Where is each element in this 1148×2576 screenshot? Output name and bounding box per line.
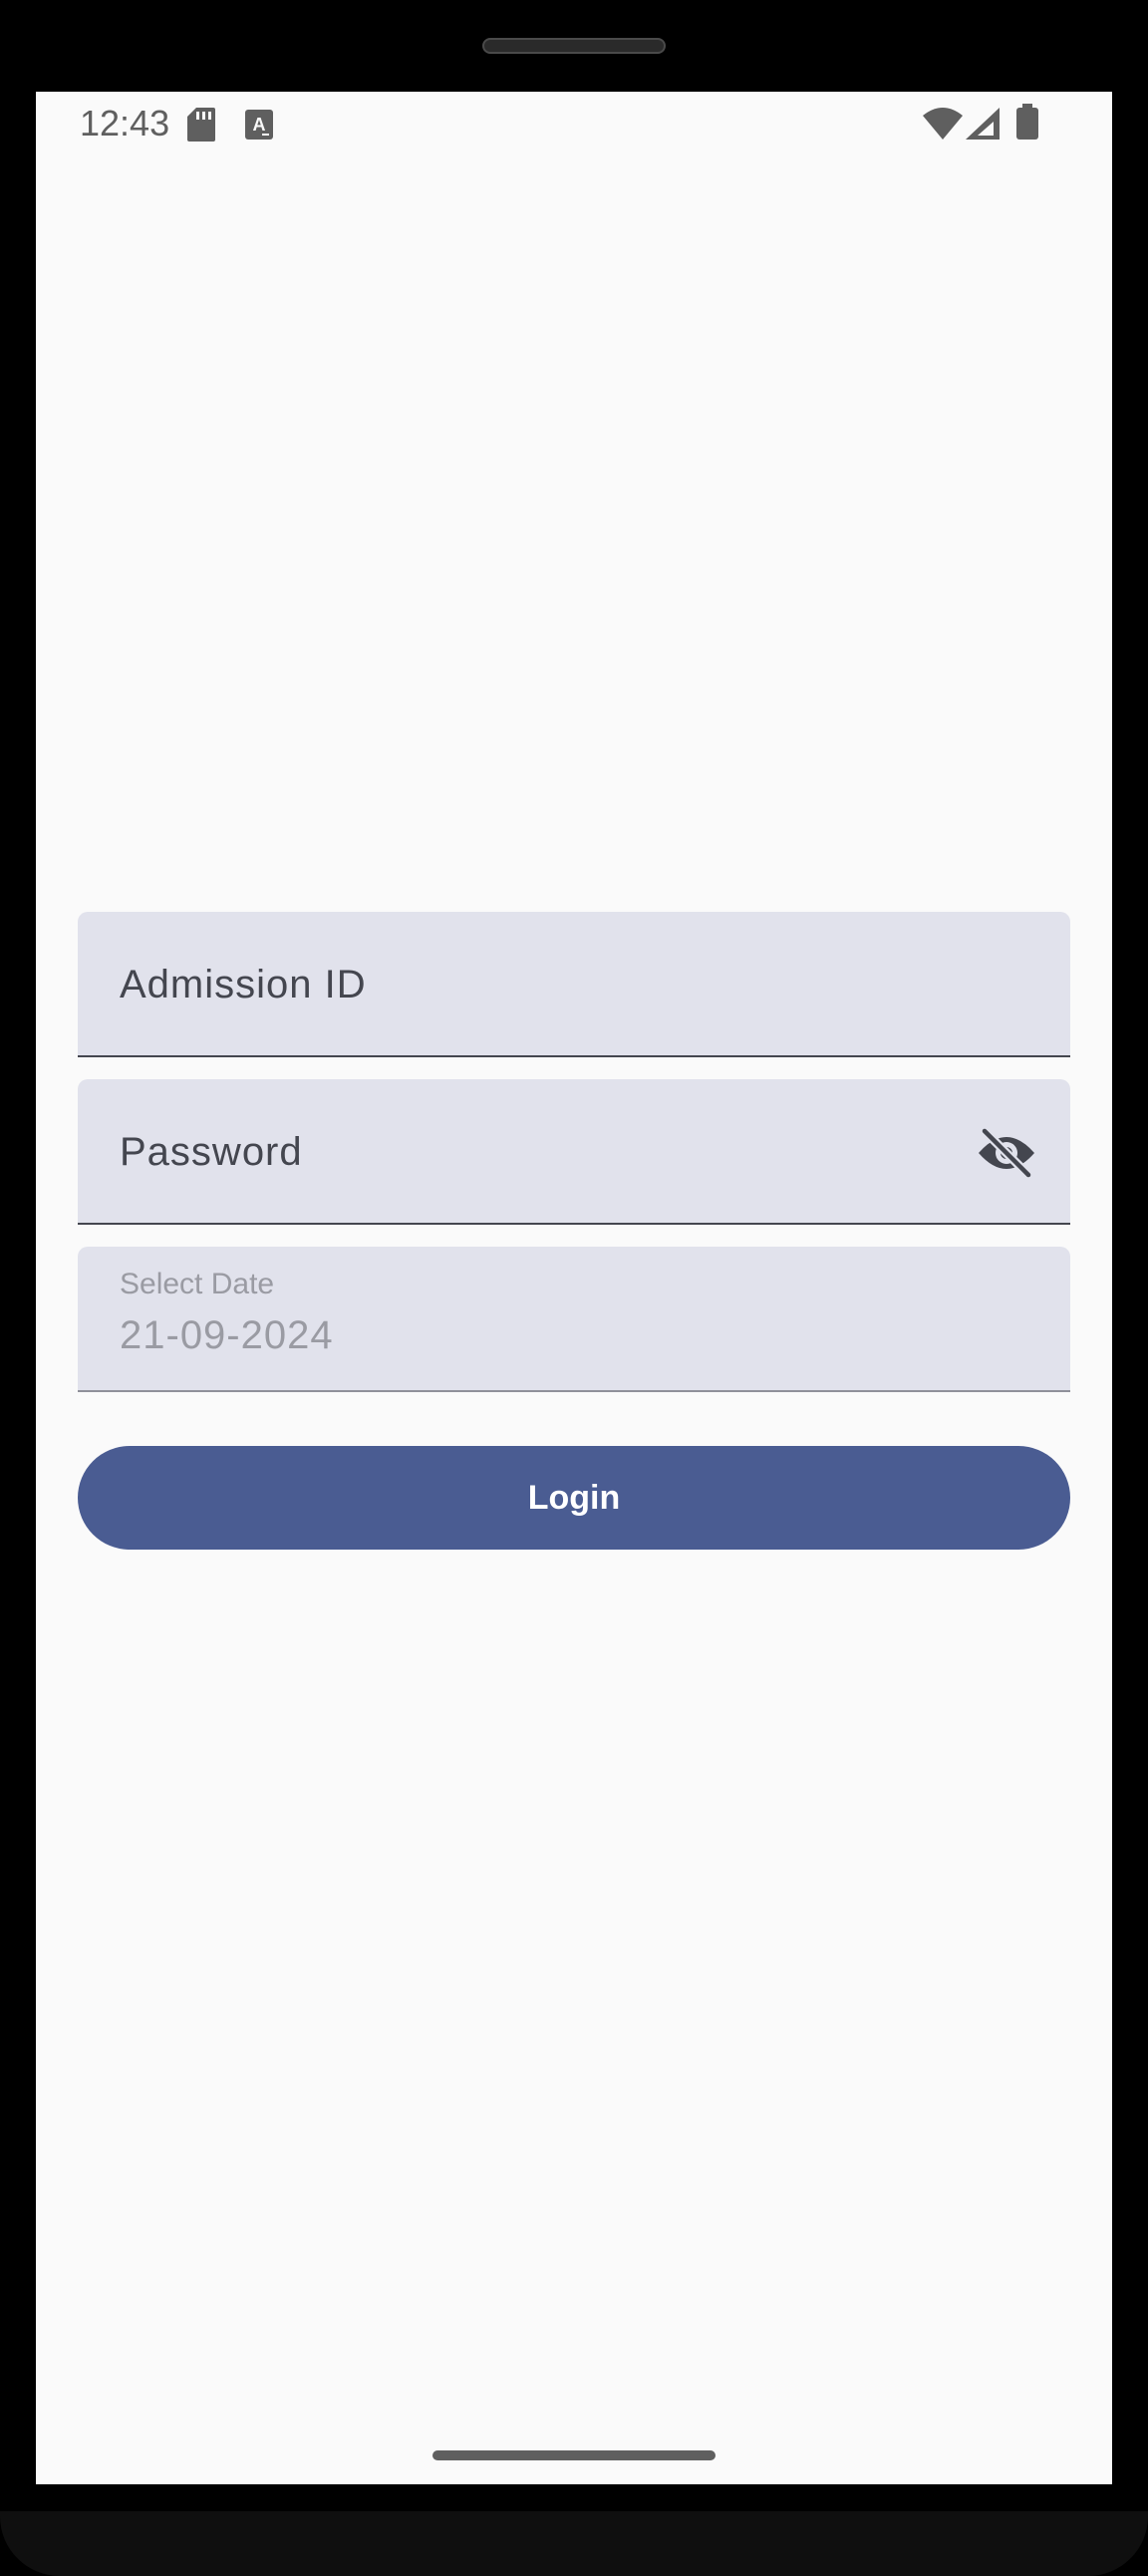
status-bar: 12:43 A xyxy=(36,92,1112,157)
status-time: 12:43 xyxy=(80,103,170,143)
date-field[interactable]: Select Date 21-09-2024 xyxy=(78,1247,1070,1392)
signal-icon xyxy=(966,108,1000,140)
login-button[interactable]: Login xyxy=(78,1446,1070,1550)
select-date-label: Select Date xyxy=(120,1268,275,1300)
sd-card-icon xyxy=(187,108,215,142)
date-value: 21-09-2024 xyxy=(120,1313,334,1357)
earpiece-speaker xyxy=(482,38,666,54)
login-button-label: Login xyxy=(527,1478,621,1517)
wifi-icon xyxy=(923,108,963,140)
battery-icon xyxy=(1016,104,1038,140)
password-label: Password xyxy=(120,1130,303,1174)
text-a-icon: A xyxy=(245,110,273,140)
device-chin xyxy=(0,2511,1148,2576)
admission-id-field[interactable]: Admission ID xyxy=(78,912,1070,1057)
device-frame: 12:43 A Admission ID Password Select Dat… xyxy=(0,0,1148,2576)
app-screen: 12:43 A Admission ID Password Select Dat… xyxy=(36,92,1112,2484)
svg-text:A: A xyxy=(253,115,266,135)
home-gesture-bar[interactable] xyxy=(432,2450,716,2460)
visibility-off-icon[interactable] xyxy=(977,1127,1036,1179)
password-field[interactable]: Password xyxy=(78,1079,1070,1225)
admission-id-label: Admission ID xyxy=(120,963,367,1006)
